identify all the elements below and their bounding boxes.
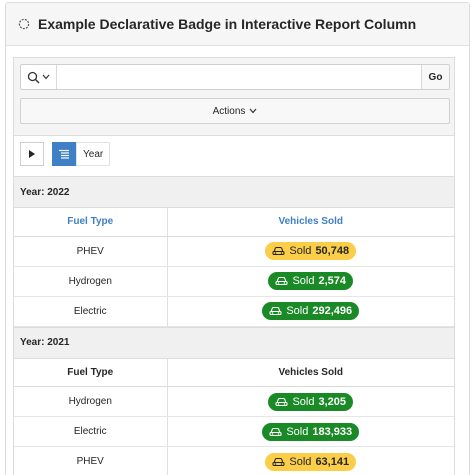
- column-header-vehicles-sold[interactable]: Vehicles Sold: [166, 208, 454, 237]
- sold-badge: Sold 3,205: [268, 392, 354, 411]
- actions-button[interactable]: Actions: [20, 98, 450, 124]
- search-column-button[interactable]: [21, 65, 57, 89]
- car-icon: [269, 427, 282, 436]
- fuel-type-cell: Hydrogen: [14, 386, 167, 417]
- badge-prefix: Sold: [286, 425, 309, 438]
- chevron-down-icon: [249, 108, 257, 114]
- sold-badge: Sold 63,141: [265, 452, 357, 471]
- fuel-type-cell: Hydrogen: [14, 266, 167, 297]
- vehicles-sold-cell: Sold 3,205: [166, 386, 454, 417]
- badge-prefix: Sold: [292, 395, 315, 408]
- column-header-vehicles-sold[interactable]: Vehicles Sold: [166, 358, 454, 387]
- search-bar: Go: [20, 64, 450, 90]
- report-groups: Year: 2022 Fuel Type Vehicles Sold PHEV Sold…: [14, 176, 454, 475]
- table-row: Electric Sold 183,933: [14, 416, 454, 447]
- sold-badge: Sold 292,496: [262, 302, 360, 320]
- sold-badge: Sold 50,748: [265, 242, 357, 260]
- play-icon: [29, 150, 35, 158]
- search-icon: [27, 71, 40, 83]
- table-row: Hydrogen Sold 3,205: [14, 386, 454, 417]
- badge-value: 183,933: [312, 425, 353, 438]
- control-break-year[interactable]: Year: [76, 142, 111, 166]
- sold-badge: Sold 2,574: [268, 272, 354, 290]
- car-icon: [272, 246, 285, 256]
- circle-icon: [18, 18, 30, 30]
- control-break-button[interactable]: [52, 142, 76, 166]
- badge-prefix: Sold: [289, 245, 312, 257]
- table-row: PHEV Sold 50,748: [14, 236, 454, 267]
- report-table: Fuel Type Vehicles Sold Hydrogen Sold 3,205 E…: [14, 358, 454, 475]
- car-icon: [272, 457, 285, 466]
- group-header: Year: 2022: [14, 176, 454, 208]
- group-header: Year: 2021: [14, 326, 454, 359]
- car-icon: [275, 397, 289, 406]
- column-header-fuel-type[interactable]: Fuel Type: [14, 358, 167, 387]
- vehicles-sold-cell: Sold 63,141: [166, 446, 454, 475]
- vehicles-sold-cell: Sold 2,574: [166, 266, 454, 297]
- badge-value: 2,574: [318, 275, 347, 287]
- table-row: Electric Sold 292,496: [14, 296, 454, 327]
- car-icon: [269, 306, 282, 316]
- report-table: Fuel Type Vehicles Sold PHEV Sold 50,748 Hydr…: [14, 208, 454, 327]
- badge-value: 50,748: [315, 245, 350, 257]
- search-input[interactable]: [57, 65, 421, 89]
- report-toolbar: Go Actions: [14, 58, 454, 136]
- report-controls: Year: [14, 136, 454, 176]
- badge-value: 3,205: [318, 395, 347, 408]
- expand-control-button[interactable]: [20, 142, 44, 166]
- badge-prefix: Sold: [292, 275, 315, 287]
- region-header: Example Declarative Badge in Interactive…: [6, 3, 469, 46]
- chevron-down-icon: [42, 74, 50, 80]
- vehicles-sold-cell: Sold 183,933: [166, 416, 454, 447]
- column-header-fuel-type[interactable]: Fuel Type: [14, 208, 167, 237]
- vehicles-sold-cell: Sold 50,748: [166, 236, 454, 267]
- badge-value: 63,141: [315, 455, 350, 468]
- badge-prefix: Sold: [289, 455, 312, 468]
- sold-badge: Sold 183,933: [262, 422, 360, 441]
- actions-label: Actions: [212, 105, 246, 117]
- vehicles-sold-cell: Sold 292,496: [166, 296, 454, 327]
- go-button[interactable]: Go: [421, 65, 449, 89]
- list-icon: [59, 149, 69, 159]
- fuel-type-cell: PHEV: [14, 446, 167, 475]
- fuel-type-cell: Electric: [14, 296, 167, 327]
- interactive-report: Go Actions Year Year: 2022 Fuel Type Vehic…: [13, 57, 455, 475]
- fuel-type-cell: PHEV: [14, 236, 167, 267]
- region-title: Example Declarative Badge in Interactive…: [38, 16, 417, 32]
- car-icon: [275, 276, 289, 286]
- table-row: Hydrogen Sold 2,574: [14, 266, 454, 297]
- fuel-type-cell: Electric: [14, 416, 167, 447]
- badge-prefix: Sold: [286, 305, 309, 317]
- table-row: PHEV Sold 63,141: [14, 446, 454, 475]
- badge-value: 292,496: [312, 305, 353, 317]
